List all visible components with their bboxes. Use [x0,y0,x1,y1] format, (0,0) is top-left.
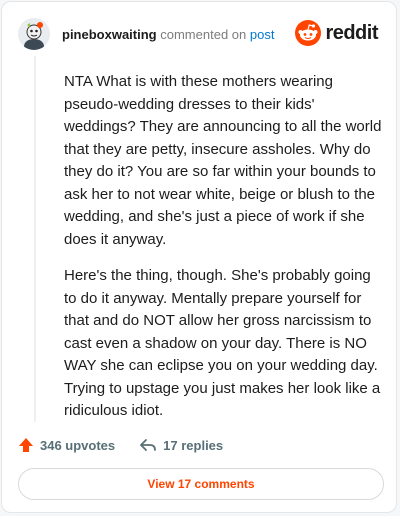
commented-on-text: commented on [160,27,247,42]
comment-header: pineboxwaiting commented on post reddit [18,16,382,50]
byline: pineboxwaiting commented on post [62,27,274,42]
comment-body: NTA What is with these mothers wearing p… [64,71,384,437]
upvote-arrow-icon [19,438,33,452]
post-link[interactable]: post [250,27,275,42]
avatar[interactable] [18,18,50,50]
comment-paragraph: Here's the thing, though. She's probably… [64,267,381,419]
view-comments-label: View 17 comments [147,477,255,491]
replies-count: 17 replies [163,437,224,453]
reddit-logo[interactable]: reddit [295,20,378,46]
comment-actions: 346 upvotes 17 replies [18,434,223,456]
upvote-count: 346 upvotes [40,437,116,453]
replies-button[interactable]: 17 replies [139,437,223,453]
reddit-logo-icon [295,20,322,46]
username-link[interactable]: pineboxwaiting [62,27,157,42]
reddit-wordmark: reddit [325,21,378,44]
view-comments-button[interactable]: View 17 comments [18,468,384,500]
comment-paragraph: NTA What is with these mothers wearing p… [64,73,382,248]
reply-icon [140,439,157,451]
thread-line [34,56,36,422]
comment-card: pineboxwaiting commented on post reddit … [1,1,397,513]
upvote-button[interactable]: 346 upvotes [18,437,115,453]
